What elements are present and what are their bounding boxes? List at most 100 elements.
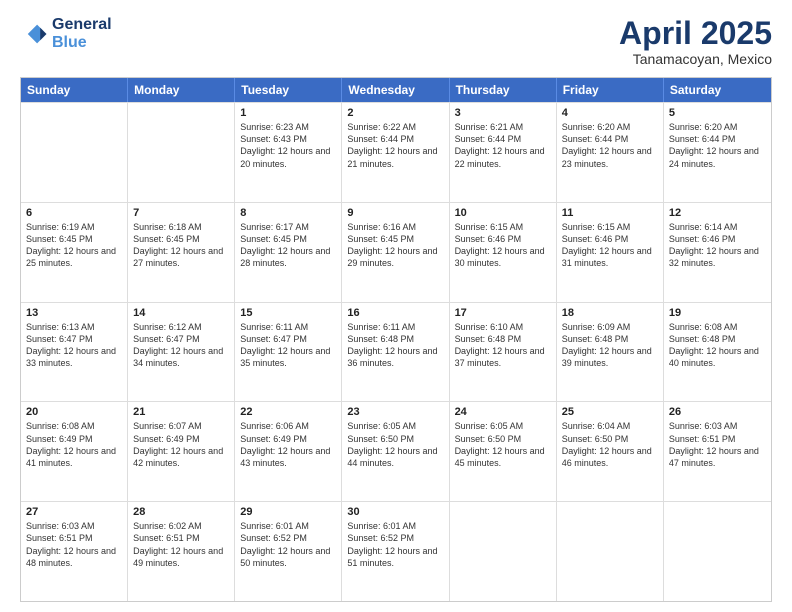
day-cell-17: 17 Sunrise: 6:10 AM Sunset: 6:48 PM Dayli… [450,303,557,402]
day-cell-21: 21Sunrise: 6:07 AM Sunset: 6:49 PM Dayli… [128,402,235,501]
day-number: 24 [455,406,551,418]
day-info: Sunrise: 6:22 AM Sunset: 6:44 PM Dayligh… [347,121,443,170]
day-info: Sunrise: 6:12 AM Sunset: 6:47 PM Dayligh… [133,321,229,370]
day-cell-1: 1 Sunrise: 6:23 AM Sunset: 6:43 PM Daylig… [235,103,342,202]
day-number: 3 [455,107,551,119]
day-info: Sunrise: 6:05 AM Sunset: 6:50 PM Dayligh… [455,420,551,469]
day-info: Sunrise: 6:13 AM Sunset: 6:47 PM Dayligh… [26,321,122,370]
calendar-row-2: 6 Sunrise: 6:19 AM Sunset: 6:45 PM Daylig… [21,202,771,302]
day-info: Sunrise: 6:11 AM Sunset: 6:48 PM Dayligh… [347,321,443,370]
day-info: Sunrise: 6:15 AM Sunset: 6:46 PM Dayligh… [562,221,658,270]
day-cell-15: 15 Sunrise: 6:11 AM Sunset: 6:47 PM Dayli… [235,303,342,402]
day-cell-14: 14 Sunrise: 6:12 AM Sunset: 6:47 PM Dayli… [128,303,235,402]
day-info: Sunrise: 6:11 AM Sunset: 6:47 PM Dayligh… [240,321,336,370]
day-number: 15 [240,307,336,319]
day-info: Sunrise: 6:08 AM Sunset: 6:49 PM Dayligh… [26,420,122,469]
day-info: Sunrise: 6:01 AM Sunset: 6:52 PM Dayligh… [240,520,336,569]
day-info: Sunrise: 6:02 AM Sunset: 6:51 PM Dayligh… [133,520,229,569]
day-number: 30 [347,506,443,518]
day-cell-3: 3 Sunrise: 6:21 AM Sunset: 6:44 PM Daylig… [450,103,557,202]
title-block: April 2025 Tanamacoyan, Mexico [619,16,772,67]
day-number: 22 [240,406,336,418]
day-info: Sunrise: 6:19 AM Sunset: 6:45 PM Dayligh… [26,221,122,270]
day-info: Sunrise: 6:14 AM Sunset: 6:46 PM Dayligh… [669,221,766,270]
day-number: 17 [455,307,551,319]
day-cell-19: 19 Sunrise: 6:08 AM Sunset: 6:48 PM Dayli… [664,303,771,402]
day-cell-28: 28 Sunrise: 6:02 AM Sunset: 6:51 PM Dayli… [128,502,235,601]
calendar-row-1: 1 Sunrise: 6:23 AM Sunset: 6:43 PM Daylig… [21,102,771,202]
day-info: Sunrise: 6:08 AM Sunset: 6:48 PM Dayligh… [669,321,766,370]
day-cell-26: 26Sunrise: 6:03 AM Sunset: 6:51 PM Dayli… [664,402,771,501]
month-title: April 2025 [619,16,772,51]
calendar-row-5: 27Sunrise: 6:03 AM Sunset: 6:51 PM Dayli… [21,501,771,601]
day-number: 19 [669,307,766,319]
logo-icon [20,20,48,48]
day-number: 18 [562,307,658,319]
day-number: 6 [26,207,122,219]
day-cell-11: 11Sunrise: 6:15 AM Sunset: 6:46 PM Dayli… [557,203,664,302]
day-info: Sunrise: 6:05 AM Sunset: 6:50 PM Dayligh… [347,420,443,469]
day-cell-10: 10Sunrise: 6:15 AM Sunset: 6:46 PM Dayli… [450,203,557,302]
day-number: 12 [669,207,766,219]
day-number: 21 [133,406,229,418]
day-number: 9 [347,207,443,219]
day-number: 27 [26,506,122,518]
day-cell-4: 4 Sunrise: 6:20 AM Sunset: 6:44 PM Daylig… [557,103,664,202]
day-cell-7: 7Sunrise: 6:18 AM Sunset: 6:45 PM Daylig… [128,203,235,302]
day-info: Sunrise: 6:18 AM Sunset: 6:45 PM Dayligh… [133,221,229,270]
header-day-sunday: Sunday [21,78,128,102]
day-number: 14 [133,307,229,319]
day-number: 2 [347,107,443,119]
day-cell-13: 13 Sunrise: 6:13 AM Sunset: 6:47 PM Dayli… [21,303,128,402]
calendar-header: SundayMondayTuesdayWednesdayThursdayFrid… [21,78,771,102]
day-number: 29 [240,506,336,518]
day-cell-27: 27Sunrise: 6:03 AM Sunset: 6:51 PM Dayli… [21,502,128,601]
header-day-saturday: Saturday [664,78,771,102]
day-number: 13 [26,307,122,319]
day-info: Sunrise: 6:20 AM Sunset: 6:44 PM Dayligh… [669,121,766,170]
day-cell-25: 25Sunrise: 6:04 AM Sunset: 6:50 PM Dayli… [557,402,664,501]
day-cell-30: 30 Sunrise: 6:01 AM Sunset: 6:52 PM Dayli… [342,502,449,601]
subtitle: Tanamacoyan, Mexico [619,51,772,67]
day-number: 4 [562,107,658,119]
day-info: Sunrise: 6:21 AM Sunset: 6:44 PM Dayligh… [455,121,551,170]
day-number: 28 [133,506,229,518]
day-info: Sunrise: 6:20 AM Sunset: 6:44 PM Dayligh… [562,121,658,170]
header-day-thursday: Thursday [450,78,557,102]
day-info: Sunrise: 6:03 AM Sunset: 6:51 PM Dayligh… [669,420,766,469]
calendar: SundayMondayTuesdayWednesdayThursdayFrid… [20,77,772,602]
day-info: Sunrise: 6:10 AM Sunset: 6:48 PM Dayligh… [455,321,551,370]
day-info: Sunrise: 6:01 AM Sunset: 6:52 PM Dayligh… [347,520,443,569]
day-cell-16: 16 Sunrise: 6:11 AM Sunset: 6:48 PM Dayli… [342,303,449,402]
header: General Blue April 2025 Tanamacoyan, Mex… [20,16,772,67]
calendar-row-3: 13 Sunrise: 6:13 AM Sunset: 6:47 PM Dayli… [21,302,771,402]
day-number: 5 [669,107,766,119]
day-info: Sunrise: 6:09 AM Sunset: 6:48 PM Dayligh… [562,321,658,370]
header-day-wednesday: Wednesday [342,78,449,102]
day-number: 1 [240,107,336,119]
day-cell-6: 6 Sunrise: 6:19 AM Sunset: 6:45 PM Daylig… [21,203,128,302]
empty-cell-r0c1 [128,103,235,202]
page: General Blue April 2025 Tanamacoyan, Mex… [0,0,792,612]
day-cell-23: 23Sunrise: 6:05 AM Sunset: 6:50 PM Dayli… [342,402,449,501]
day-number: 20 [26,406,122,418]
day-cell-29: 29 Sunrise: 6:01 AM Sunset: 6:52 PM Dayli… [235,502,342,601]
day-cell-12: 12 Sunrise: 6:14 AM Sunset: 6:46 PM Dayli… [664,203,771,302]
header-day-friday: Friday [557,78,664,102]
day-info: Sunrise: 6:23 AM Sunset: 6:43 PM Dayligh… [240,121,336,170]
empty-cell-r4c4 [450,502,557,601]
day-cell-22: 22 Sunrise: 6:06 AM Sunset: 6:49 PM Dayli… [235,402,342,501]
day-number: 16 [347,307,443,319]
day-info: Sunrise: 6:06 AM Sunset: 6:49 PM Dayligh… [240,420,336,469]
day-cell-24: 24 Sunrise: 6:05 AM Sunset: 6:50 PM Dayli… [450,402,557,501]
empty-cell-r0c0 [21,103,128,202]
empty-cell-r4c6 [664,502,771,601]
day-info: Sunrise: 6:16 AM Sunset: 6:45 PM Dayligh… [347,221,443,270]
header-day-monday: Monday [128,78,235,102]
day-cell-2: 2 Sunrise: 6:22 AM Sunset: 6:44 PM Daylig… [342,103,449,202]
logo-text: General Blue [52,16,112,51]
empty-cell-r4c5 [557,502,664,601]
day-cell-5: 5 Sunrise: 6:20 AM Sunset: 6:44 PM Daylig… [664,103,771,202]
calendar-body: 1 Sunrise: 6:23 AM Sunset: 6:43 PM Daylig… [21,102,771,601]
logo: General Blue [20,16,112,51]
